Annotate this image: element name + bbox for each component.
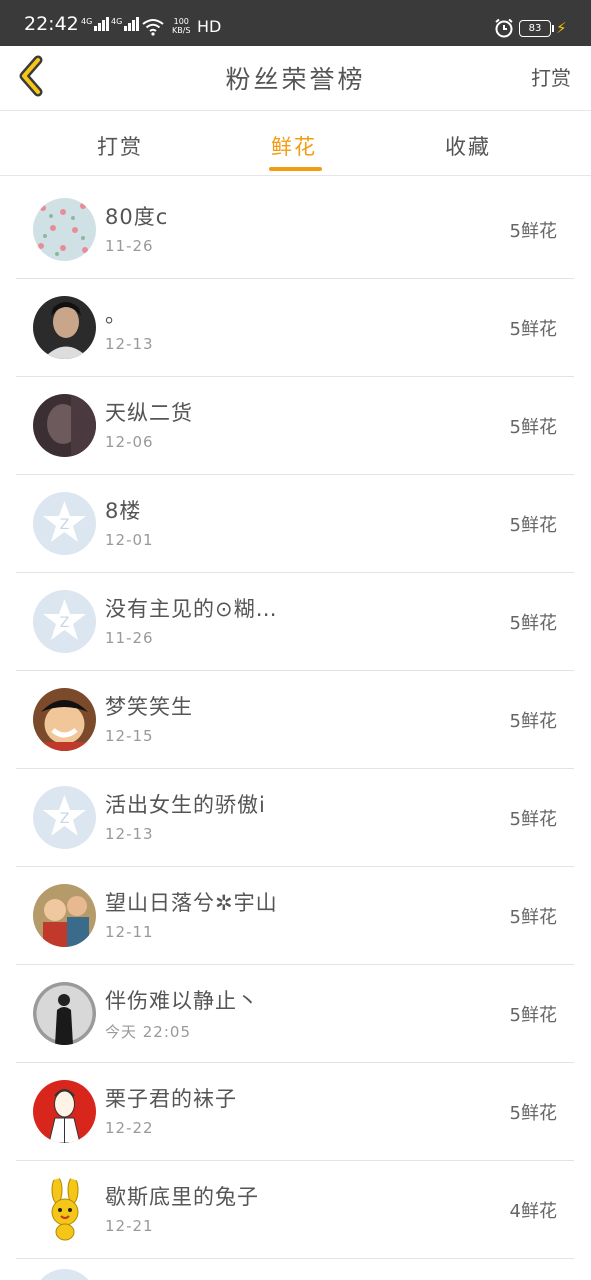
hd-indicator: HD <box>197 17 222 36</box>
flower-count: 5鲜花 <box>509 907 557 928</box>
avatar <box>33 1178 96 1241</box>
fan-ranking-list: 80度c 11-26 5鲜花 。 12-13 5鲜花 天纵二货 12-06 5鲜… <box>16 181 574 1259</box>
reward-button[interactable]: 打赏 <box>531 62 571 91</box>
fan-name: 梦笑笑生 <box>105 695 193 719</box>
flower-count: 5鲜花 <box>509 221 557 242</box>
flower-count: 5鲜花 <box>509 319 557 340</box>
alarm-icon <box>495 18 513 38</box>
flower-count: 5鲜花 <box>509 1103 557 1124</box>
nav-header: 粉丝荣誉榜 打赏 <box>0 46 591 111</box>
avatar: Z <box>33 492 96 555</box>
avatar <box>33 1269 96 1280</box>
svg-text:Z: Z <box>60 615 70 631</box>
network-type-label: 4G <box>111 17 123 26</box>
page-title: 粉丝荣誉榜 <box>225 65 366 94</box>
flower-count: 5鲜花 <box>509 417 557 438</box>
list-item[interactable]: 天纵二货 12-06 5鲜花 <box>16 377 574 475</box>
fan-name: 。 <box>105 303 127 327</box>
list-item[interactable]: 伴伤难以静止丶 今天 22:05 5鲜花 <box>16 965 574 1063</box>
fan-name: 80度c <box>105 205 169 229</box>
list-item[interactable]: 。 12-13 5鲜花 <box>16 279 574 377</box>
avatar <box>33 688 96 751</box>
svg-text:Z: Z <box>60 811 70 827</box>
tab-flowers[interactable]: 鲜花 <box>271 131 317 161</box>
list-item[interactable]: Z 没有主见的⊙糊… 11-26 5鲜花 <box>16 573 574 671</box>
fan-date: 12-01 <box>105 531 154 549</box>
fan-date: 11-26 <box>105 237 154 255</box>
signal-icon: 4G <box>81 17 110 31</box>
fan-date: 12-21 <box>105 1217 154 1235</box>
signal-icon: 4G <box>111 17 140 31</box>
tab-bar: 打赏 鲜花 收藏 <box>0 111 591 176</box>
fan-date: 12-06 <box>105 433 154 451</box>
charging-icon: ⚡ <box>556 19 567 37</box>
tab-reward[interactable]: 打赏 <box>97 131 143 161</box>
status-time: 22:42 <box>24 13 79 35</box>
network-speed: 100 KB/S <box>172 17 191 35</box>
flower-count: 4鲜花 <box>509 1201 557 1222</box>
fan-name: 栗子君的袜子 <box>105 1087 237 1111</box>
flower-count: 5鲜花 <box>509 1005 557 1026</box>
list-item[interactable] <box>16 1252 574 1280</box>
avatar <box>33 884 96 947</box>
fan-date: 12-13 <box>105 825 154 843</box>
active-tab-indicator <box>269 167 322 171</box>
fan-date: 12-13 <box>105 335 154 353</box>
avatar: Z <box>33 590 96 653</box>
flower-count: 5鲜花 <box>509 809 557 830</box>
fan-name: 8楼 <box>105 499 142 523</box>
svg-text:Z: Z <box>60 517 70 533</box>
fan-name: 没有主见的⊙糊… <box>105 597 278 621</box>
tab-favorites[interactable]: 收藏 <box>445 131 491 161</box>
fan-name: 望山日落兮✲宇山 <box>105 891 278 915</box>
list-item[interactable]: 望山日落兮✲宇山 12-11 5鲜花 <box>16 867 574 965</box>
network-type-label: 4G <box>81 17 93 26</box>
fan-name: 伴伤难以静止丶 <box>105 989 259 1013</box>
avatar <box>33 296 96 359</box>
fan-name: 活出女生的骄傲i <box>105 793 266 817</box>
fan-name: 歇斯底里的兔子 <box>105 1185 259 1209</box>
fan-date: 12-11 <box>105 923 154 941</box>
fan-date: 11-26 <box>105 629 154 647</box>
avatar <box>33 982 96 1045</box>
avatar <box>33 1080 96 1143</box>
flower-count: 5鲜花 <box>509 711 557 732</box>
list-item[interactable]: Z 8楼 12-01 5鲜花 <box>16 475 574 573</box>
avatar <box>33 394 96 457</box>
fan-name: 天纵二货 <box>105 401 193 425</box>
list-item[interactable]: 80度c 11-26 5鲜花 <box>16 181 574 279</box>
list-item[interactable]: 栗子君的袜子 12-22 5鲜花 <box>16 1063 574 1161</box>
avatar <box>33 198 96 261</box>
fan-date: 今天 22:05 <box>105 1023 191 1041</box>
list-item[interactable]: 歇斯底里的兔子 12-21 4鲜花 <box>16 1161 574 1259</box>
list-item[interactable]: 梦笑笑生 12-15 5鲜花 <box>16 671 574 769</box>
flower-count: 5鲜花 <box>509 515 557 536</box>
battery-icon: 83 <box>519 20 554 37</box>
flower-count: 5鲜花 <box>509 613 557 634</box>
avatar: Z <box>33 786 96 849</box>
wifi-icon <box>142 19 164 36</box>
list-item[interactable]: Z 活出女生的骄傲i 12-13 5鲜花 <box>16 769 574 867</box>
status-bar: 22:42 4G 4G 100 KB/S HD 83 ⚡ <box>0 0 591 46</box>
fan-date: 12-15 <box>105 727 154 745</box>
fan-date: 12-22 <box>105 1119 154 1137</box>
